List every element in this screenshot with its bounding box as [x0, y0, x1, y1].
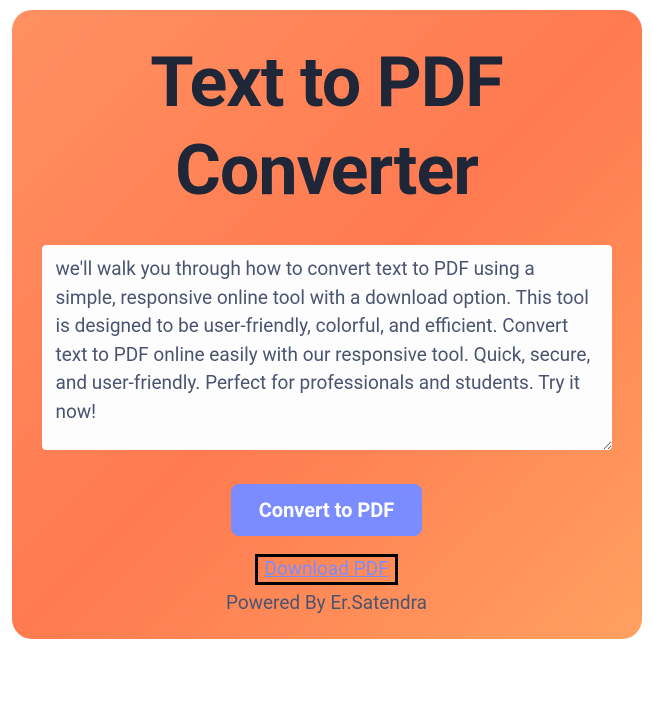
converter-card: Text to PDF Converter Convert to PDF Dow…	[12, 10, 642, 639]
powered-by-text: Powered By Er.Satendra	[42, 591, 612, 614]
textarea-wrapper	[42, 245, 612, 454]
download-pdf-link[interactable]: Download PDF	[255, 554, 397, 585]
page-title: Text to PDF Converter	[42, 40, 612, 215]
convert-button[interactable]: Convert to PDF	[231, 484, 423, 536]
text-input[interactable]	[42, 245, 612, 450]
